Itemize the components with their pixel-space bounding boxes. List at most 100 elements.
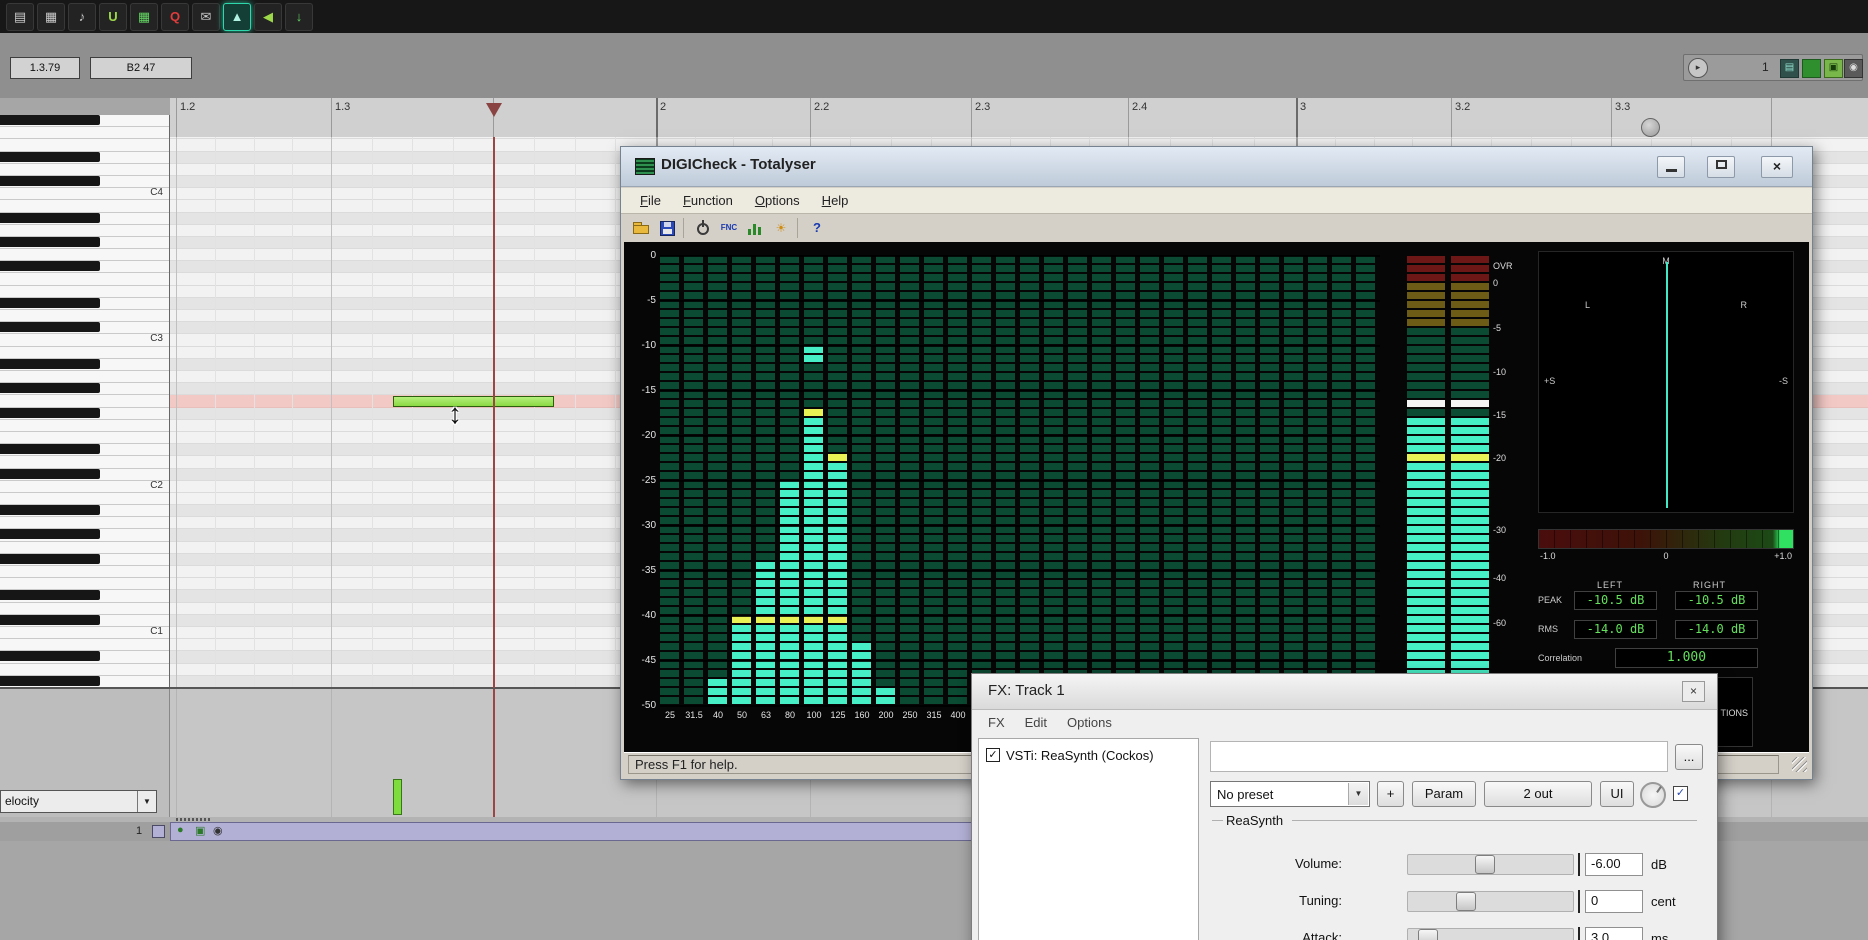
menu-file[interactable]: File — [629, 188, 672, 213]
piano-key[interactable] — [0, 615, 170, 627]
close-button[interactable]: × — [1761, 156, 1793, 178]
param-value[interactable]: 3.0 — [1585, 927, 1643, 940]
piano-key-black[interactable] — [0, 554, 100, 564]
piano-key[interactable] — [0, 420, 170, 432]
open-button[interactable] — [629, 217, 653, 239]
piano-key[interactable] — [0, 639, 170, 651]
piano-key[interactable] — [0, 395, 170, 407]
piano-key[interactable] — [0, 200, 170, 212]
piano-key[interactable] — [0, 554, 170, 566]
menu-help[interactable]: Help — [811, 188, 860, 213]
help-button[interactable]: ? — [805, 217, 829, 239]
piano-key[interactable] — [0, 456, 170, 468]
menu-options[interactable]: Options — [744, 188, 811, 213]
piano-key[interactable] — [0, 139, 170, 151]
piano-key-black[interactable] — [0, 615, 100, 625]
piano-key[interactable] — [0, 273, 170, 285]
piano-key[interactable] — [0, 176, 170, 188]
piano-key[interactable]: C2 — [0, 481, 170, 493]
mic-icon[interactable]: ♪ — [68, 3, 96, 31]
eye-icon[interactable]: ◉ — [1844, 59, 1863, 78]
piano-key[interactable] — [0, 542, 170, 554]
lock-icon[interactable]: ▣ — [1824, 59, 1843, 78]
grid-icon[interactable]: ▤ — [6, 3, 34, 31]
piano-key-black[interactable] — [0, 444, 100, 454]
item-list-icon[interactable]: ▤ — [1780, 59, 1799, 78]
piano-key[interactable] — [0, 383, 170, 395]
piano-key[interactable] — [0, 517, 170, 529]
piano-key-black[interactable] — [0, 676, 100, 686]
minimize-button[interactable] — [1657, 156, 1685, 178]
note-readout[interactable]: B2 47 — [90, 57, 192, 79]
grid-settings-icon[interactable]: ▦ — [130, 3, 158, 31]
track-color-chip[interactable] — [152, 825, 165, 838]
piano-key-black[interactable] — [0, 152, 100, 162]
piano-key-black[interactable] — [0, 359, 100, 369]
piano-key[interactable] — [0, 651, 170, 663]
table-icon[interactable]: ▦ — [37, 3, 65, 31]
menu-function[interactable]: Function — [672, 188, 744, 213]
timeline-ruler[interactable]: 1.21.322.22.32.433.23.3 — [170, 98, 1868, 139]
piano-key[interactable] — [0, 261, 170, 273]
piano-key[interactable] — [0, 127, 170, 139]
param-slider[interactable] — [1407, 928, 1574, 940]
dock-play-button[interactable]: ▸ — [1688, 58, 1708, 78]
piano-key[interactable] — [0, 371, 170, 383]
piano-key-black[interactable] — [0, 590, 100, 600]
digicheck-titlebar[interactable]: DIGICheck - Totalyser × — [621, 147, 1812, 187]
piano-key[interactable] — [0, 310, 170, 322]
piano-key[interactable] — [0, 213, 170, 225]
cc-lane-selector[interactable]: elocity ▼ — [0, 790, 157, 813]
piano-key[interactable] — [0, 566, 170, 578]
piano-key[interactable] — [0, 322, 170, 334]
piano-key[interactable] — [0, 115, 170, 127]
piano-key-black[interactable] — [0, 261, 100, 271]
eye-icon[interactable]: ◉ — [213, 824, 223, 837]
param-slider[interactable] — [1407, 891, 1574, 912]
piano-key[interactable] — [0, 603, 170, 615]
piano-key[interactable] — [0, 444, 170, 456]
piano-key[interactable]: C3 — [0, 334, 170, 346]
piano-key[interactable] — [0, 152, 170, 164]
piano-key-black[interactable] — [0, 408, 100, 418]
piano-key[interactable] — [0, 664, 170, 676]
piano-key-black[interactable] — [0, 469, 100, 479]
slider-thumb[interactable] — [1418, 929, 1438, 940]
param-slider[interactable] — [1407, 854, 1574, 875]
levels-button[interactable] — [743, 217, 767, 239]
fnc-button[interactable]: FNC — [717, 217, 741, 239]
envelope-icon[interactable]: ✉ — [192, 3, 220, 31]
piano-key-black[interactable] — [0, 651, 100, 661]
fx-enable-icon[interactable] — [1802, 59, 1821, 78]
piano-key[interactable] — [0, 347, 170, 359]
piano-key[interactable] — [0, 408, 170, 420]
piano-key[interactable] — [0, 432, 170, 444]
piano-key[interactable]: C4 — [0, 188, 170, 200]
piano-key-black[interactable] — [0, 505, 100, 515]
piano-key[interactable] — [0, 237, 170, 249]
power-button[interactable] — [691, 217, 715, 239]
snap-magnet-icon[interactable]: U — [99, 3, 127, 31]
edit-cursor-marker[interactable] — [486, 103, 502, 117]
position-readout[interactable]: 1.3.79 — [10, 57, 80, 79]
piano-key[interactable] — [0, 286, 170, 298]
slider-thumb[interactable] — [1475, 855, 1495, 874]
slider-thumb[interactable] — [1456, 892, 1476, 911]
metronome-icon[interactable]: ▲ — [223, 3, 251, 31]
velocity-bar[interactable] — [393, 779, 402, 815]
piano-key-black[interactable] — [0, 322, 100, 332]
piano-keyboard[interactable]: C4C3C2C1 — [0, 115, 170, 688]
piano-key[interactable] — [0, 359, 170, 371]
piano-key-black[interactable] — [0, 383, 100, 393]
piano-key[interactable] — [0, 225, 170, 237]
piano-key[interactable] — [0, 505, 170, 517]
brightness-button[interactable]: ☀ — [769, 217, 793, 239]
save-button[interactable] — [655, 217, 679, 239]
piano-key[interactable] — [0, 164, 170, 176]
lane-resize-grip[interactable] — [176, 818, 212, 821]
piano-key[interactable] — [0, 529, 170, 541]
scroll-knob[interactable] — [1641, 118, 1660, 137]
piano-key[interactable] — [0, 469, 170, 481]
piano-key-black[interactable] — [0, 176, 100, 186]
piano-key[interactable] — [0, 298, 170, 310]
